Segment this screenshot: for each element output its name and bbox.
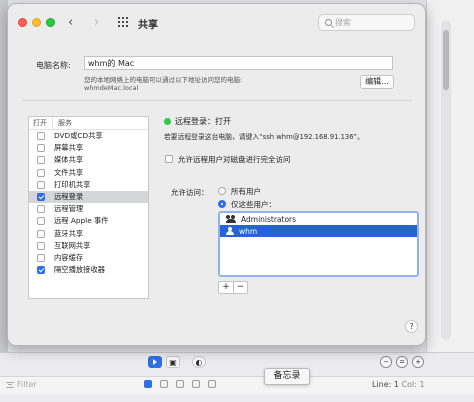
window-toolbar: ‹ › 共享 bbox=[8, 4, 425, 40]
edit-hostname-button[interactable]: 编辑... bbox=[360, 75, 394, 89]
ssh-hint: 若要远程登录这台电脑，请键入“ssh whm@192.168.91.136”。 bbox=[164, 133, 364, 141]
service-checkbox[interactable] bbox=[37, 168, 45, 177]
service-label: 远程登录 bbox=[54, 192, 84, 202]
service-row[interactable]: 隔空播放接收器 bbox=[29, 264, 148, 276]
service-checkbox[interactable] bbox=[37, 132, 45, 141]
service-label: 互联网共享 bbox=[54, 240, 91, 250]
services-list-header: 打开 服务 bbox=[29, 117, 148, 130]
test-icon[interactable] bbox=[176, 380, 184, 388]
service-row[interactable]: 内容缓存 bbox=[29, 252, 148, 264]
stop-button[interactable]: ▣ bbox=[166, 356, 180, 368]
service-checkbox[interactable] bbox=[37, 193, 45, 202]
background-right-panel bbox=[426, 0, 474, 402]
cursor-position: Line: 1 Col: 1 bbox=[372, 380, 425, 389]
close-button[interactable] bbox=[18, 18, 27, 27]
add-remove-user-controls: + − bbox=[218, 281, 248, 294]
add-user-button[interactable]: + bbox=[219, 282, 233, 293]
service-checkbox[interactable] bbox=[37, 266, 45, 275]
allow-access-label: 允许访问： bbox=[171, 188, 209, 197]
window-title: 共享 bbox=[138, 20, 158, 31]
all-users-label: 所有用户 bbox=[231, 187, 261, 196]
computer-name-description: 您的本地网络上的电脑可以通过以下地址访问您的电脑: bbox=[84, 76, 243, 84]
service-row[interactable]: 远程管理 bbox=[29, 203, 148, 215]
service-label: 远程管理 bbox=[54, 204, 84, 214]
column-header-on[interactable]: 打开 bbox=[29, 117, 53, 129]
dock-tooltip: 备忘录 bbox=[264, 368, 310, 385]
service-label: DVD或CD共享 bbox=[54, 131, 103, 141]
service-label: 隔空播放接收器 bbox=[54, 265, 106, 275]
warning-icon[interactable] bbox=[160, 380, 168, 388]
service-label: 蓝牙共享 bbox=[54, 228, 84, 238]
service-status: 远程登录：打开 bbox=[175, 117, 231, 126]
fullscreen-button[interactable] bbox=[46, 18, 55, 27]
search-icon bbox=[325, 19, 332, 26]
search-field[interactable] bbox=[318, 14, 415, 31]
service-checkbox[interactable] bbox=[37, 217, 45, 226]
background-scrollbar[interactable] bbox=[441, 20, 451, 340]
sharing-preferences-window: ‹ › 共享 电脑名称: 您的本地网络上的电脑可以通过以下地址访问您的电脑: w… bbox=[7, 3, 426, 346]
service-checkbox[interactable] bbox=[37, 156, 45, 165]
forward-chevron-icon[interactable]: › bbox=[94, 15, 99, 30]
source-control-icon[interactable] bbox=[144, 380, 152, 388]
zoom-fit-button[interactable]: = bbox=[396, 356, 408, 368]
service-row[interactable]: 打印机共享 bbox=[29, 179, 148, 191]
full-disk-access-checkbox[interactable] bbox=[165, 155, 173, 163]
user-row-whm[interactable]: whm bbox=[220, 225, 417, 237]
minimize-button[interactable] bbox=[32, 18, 41, 27]
service-row[interactable]: 媒体共享 bbox=[29, 154, 148, 166]
services-list: 打开 服务 DVD或CD共享 屏幕共享媒体共享文件共享打印机共享远程登录远程管理远… bbox=[28, 116, 149, 299]
only-these-users-label: 仅这些用户： bbox=[231, 200, 276, 209]
group-icon bbox=[226, 215, 236, 223]
user-icon bbox=[226, 227, 234, 235]
all-users-radio[interactable] bbox=[218, 187, 226, 195]
service-label: 打印机共享 bbox=[54, 179, 91, 189]
remove-user-button[interactable]: − bbox=[233, 282, 247, 293]
service-row[interactable]: 蓝牙共享 bbox=[29, 228, 148, 240]
filter-field[interactable]: Filter bbox=[6, 380, 37, 389]
service-label: 媒体共享 bbox=[54, 155, 84, 165]
service-checkbox[interactable] bbox=[37, 241, 45, 250]
search-input[interactable] bbox=[335, 18, 405, 27]
zoom-out-button[interactable]: − bbox=[380, 356, 392, 368]
debug-icon[interactable] bbox=[192, 380, 200, 388]
service-checkbox[interactable] bbox=[37, 205, 45, 214]
show-all-grid-icon[interactable] bbox=[118, 17, 128, 27]
computer-name-label: 电脑名称: bbox=[36, 61, 71, 70]
service-label: 屏幕共享 bbox=[54, 143, 84, 153]
status-indicator-icon bbox=[164, 118, 171, 125]
divider bbox=[22, 100, 412, 101]
status-icons bbox=[144, 380, 216, 388]
service-checkbox[interactable] bbox=[37, 229, 45, 238]
back-chevron-icon[interactable]: ‹ bbox=[68, 15, 73, 30]
zoom-in-button[interactable]: + bbox=[412, 356, 424, 368]
service-label: 远程 Apple 事件 bbox=[54, 216, 109, 226]
full-disk-access-label: 允许远程用户对磁盘进行完全访问 bbox=[178, 155, 291, 164]
service-checkbox[interactable] bbox=[37, 180, 45, 189]
allowed-users-list: Administrators whm bbox=[218, 211, 419, 277]
breakpoint-icon[interactable]: ◐ bbox=[192, 356, 206, 368]
only-these-users-radio[interactable] bbox=[218, 200, 226, 208]
service-label: 文件共享 bbox=[54, 167, 84, 177]
service-checkbox[interactable] bbox=[37, 253, 45, 262]
service-row[interactable]: 互联网共享 bbox=[29, 240, 148, 252]
filter-icon bbox=[6, 381, 14, 388]
local-hostname: whmdeMac.local bbox=[84, 84, 139, 92]
service-row[interactable]: 远程登录 bbox=[29, 190, 148, 204]
run-button[interactable] bbox=[148, 356, 162, 368]
help-button[interactable]: ? bbox=[405, 320, 418, 333]
service-row[interactable]: 文件共享 bbox=[29, 167, 148, 179]
service-checkbox[interactable] bbox=[37, 144, 45, 153]
service-label: 内容缓存 bbox=[54, 252, 84, 262]
report-icon[interactable] bbox=[208, 380, 216, 388]
computer-name-input[interactable] bbox=[84, 56, 393, 70]
service-row[interactable]: 远程 Apple 事件 bbox=[29, 215, 148, 227]
service-row[interactable]: 屏幕共享 bbox=[29, 142, 148, 154]
column-header-service[interactable]: 服务 bbox=[53, 117, 72, 129]
user-row-administrators[interactable]: Administrators bbox=[220, 213, 417, 225]
service-row[interactable]: DVD或CD共享 bbox=[29, 130, 148, 142]
